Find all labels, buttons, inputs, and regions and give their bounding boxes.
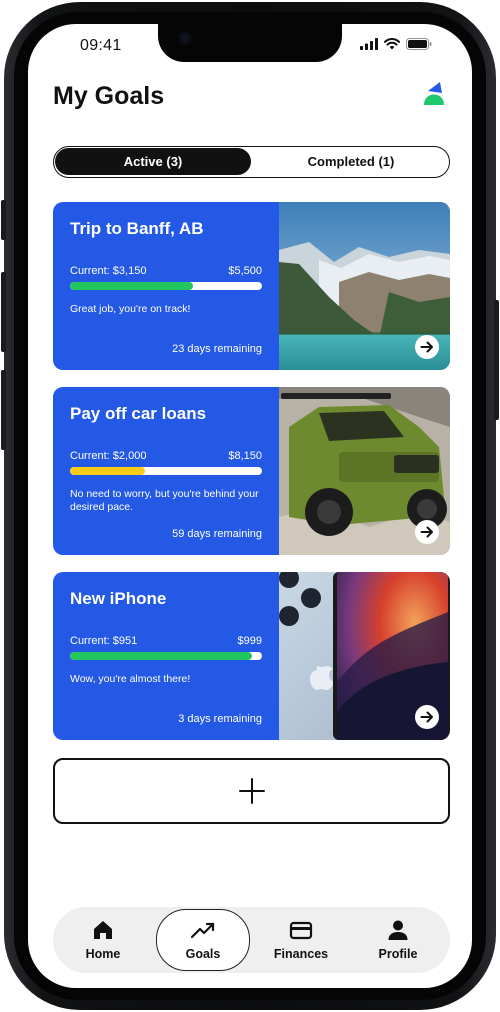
goal-title: Pay off car loans bbox=[70, 404, 207, 423]
arrow-right-icon bbox=[420, 341, 433, 353]
trending-up-icon bbox=[190, 922, 215, 939]
power-button bbox=[494, 300, 499, 420]
plus-icon bbox=[238, 778, 265, 804]
mute-switch bbox=[1, 200, 6, 240]
goal-current-amount: Current: $2,000 bbox=[70, 450, 147, 462]
goal-progress-fill bbox=[70, 652, 253, 660]
open-goal-button[interactable] bbox=[415, 705, 439, 729]
goal-current-amount: Current: $3,150 bbox=[70, 265, 147, 277]
wifi-icon bbox=[384, 38, 400, 50]
page-title: My Goals bbox=[53, 82, 165, 110]
app-screen: 09:41 My Goals Active (3) Completed (1) … bbox=[28, 24, 472, 988]
status-time: 09:41 bbox=[80, 37, 122, 54]
status-icons bbox=[360, 38, 432, 50]
tab-profile[interactable]: Profile bbox=[356, 907, 440, 973]
person-icon bbox=[388, 920, 408, 940]
goal-progress-bar bbox=[70, 282, 262, 290]
goal-progress-fill bbox=[70, 467, 145, 475]
goal-filter-toggle: Active (3) Completed (1) bbox=[53, 146, 450, 178]
goal-title: New iPhone bbox=[70, 589, 167, 608]
camera-icon bbox=[178, 31, 192, 45]
volume-down-button bbox=[1, 370, 6, 450]
open-goal-button[interactable] bbox=[415, 520, 439, 544]
goal-progress-bar bbox=[70, 652, 262, 660]
battery-icon bbox=[406, 38, 432, 50]
arrow-right-icon bbox=[420, 526, 433, 538]
goal-target-amount: $5,500 bbox=[228, 265, 262, 277]
tab-finances-label: Finances bbox=[273, 947, 329, 961]
cellular-signal-icon bbox=[360, 38, 378, 50]
tab-finances[interactable]: Finances bbox=[256, 907, 346, 973]
goal-card[interactable]: New iPhone Current: $951 $999 Wow, you'r… bbox=[53, 572, 450, 740]
goal-status-message: No need to worry, but you're behind your… bbox=[70, 488, 259, 513]
tab-home-label: Home bbox=[85, 947, 121, 961]
volume-up-button bbox=[1, 272, 6, 352]
goal-target-amount: $8,150 bbox=[228, 450, 262, 462]
dynamic-notch bbox=[158, 24, 342, 62]
home-icon bbox=[94, 921, 112, 939]
app-logo-icon bbox=[424, 82, 444, 105]
goal-status-message: Wow, you're almost there! bbox=[70, 673, 191, 685]
open-goal-button[interactable] bbox=[415, 335, 439, 359]
add-goal-button[interactable] bbox=[53, 758, 450, 824]
tab-goals[interactable]: Goals bbox=[156, 909, 250, 971]
goal-days-remaining: 23 days remaining bbox=[172, 343, 262, 355]
bottom-tab-bar: Home Goals Finances Profile bbox=[53, 907, 450, 973]
goal-current-amount: Current: $951 bbox=[70, 635, 138, 647]
goal-card[interactable]: Trip to Banff, AB Current: $3,150 $5,500… bbox=[53, 202, 450, 370]
tab-completed-goals[interactable]: Completed (1) bbox=[254, 148, 448, 175]
goal-progress-fill bbox=[70, 282, 193, 290]
goal-target-amount: $999 bbox=[237, 635, 262, 647]
arrow-right-icon bbox=[420, 711, 433, 723]
tab-active-goals[interactable]: Active (3) bbox=[55, 148, 251, 175]
goal-days-remaining: 59 days remaining bbox=[172, 528, 262, 540]
goal-days-remaining: 3 days remaining bbox=[178, 713, 262, 725]
tab-profile-label: Profile bbox=[378, 947, 418, 961]
tab-home[interactable]: Home bbox=[61, 907, 145, 973]
credit-card-icon bbox=[289, 921, 313, 940]
goal-title: Trip to Banff, AB bbox=[70, 219, 204, 238]
goal-card[interactable]: Pay off car loans Current: $2,000 $8,150… bbox=[53, 387, 450, 555]
tab-goals-label: Goals bbox=[185, 947, 221, 961]
goal-status-message: Great job, you're on track! bbox=[70, 303, 191, 315]
goal-progress-bar bbox=[70, 467, 262, 475]
